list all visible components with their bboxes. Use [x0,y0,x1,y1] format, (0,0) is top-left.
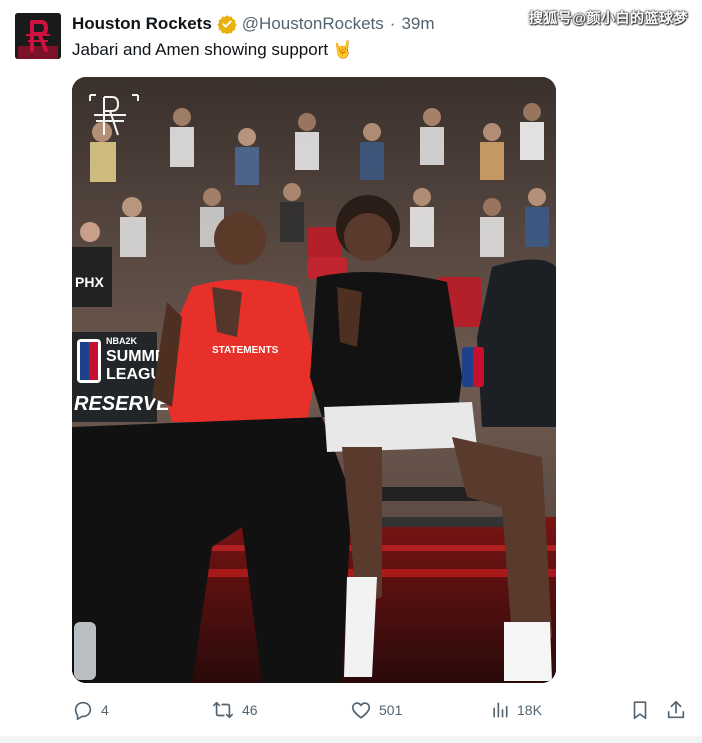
league-brand: NBA2K [106,336,138,346]
tweet-timestamp[interactable]: 39m [401,14,434,34]
rockets-logo-icon [15,13,61,59]
verified-badge-icon [217,14,237,34]
author-handle[interactable]: @HoustonRockets [242,14,384,34]
tweet-header: Houston Rockets @HoustonRockets · 39m [72,12,435,36]
tweet-actions: 4 46 501 18K [72,697,692,723]
bookmark-button[interactable] [629,697,658,723]
share-button[interactable] [665,697,694,723]
repost-count: 46 [242,702,258,718]
views-chart-icon [493,702,508,718]
rock-hand-emoji: 🤘 [332,40,354,59]
avatar[interactable] [15,13,61,59]
like-button[interactable]: 501 [350,697,402,723]
views-count: 18K [517,702,542,718]
author-name[interactable]: Houston Rockets [72,14,212,34]
bottom-divider [0,736,702,743]
reply-button[interactable]: 4 [72,697,109,723]
header-separator: · [389,14,396,33]
tweet-photo[interactable]: PHX NBA2K SUMMER LEAGUE RESERVED STATEME… [72,77,556,683]
heart-icon [351,702,371,719]
views-button[interactable]: 18K [490,697,542,723]
reply-icon [74,701,92,720]
watermark: 搜狐号@颜小白的篮球梦 [528,10,688,26]
reply-count: 4 [101,702,109,718]
share-icon [667,700,685,719]
tweet-text: Jabari and Amen showing support 🤘 [72,40,353,60]
jersey-text: PHX [75,274,104,290]
like-count: 501 [379,702,403,718]
repost-icon [213,701,233,719]
photo-image: PHX NBA2K SUMMER LEAGUE RESERVED STATEME… [72,77,556,683]
repost-button[interactable]: 46 [211,697,258,723]
shirt-text: STATEMENTS [212,345,279,356]
bookmark-icon [633,701,647,720]
tweet-body: Jabari and Amen showing support [72,40,329,59]
